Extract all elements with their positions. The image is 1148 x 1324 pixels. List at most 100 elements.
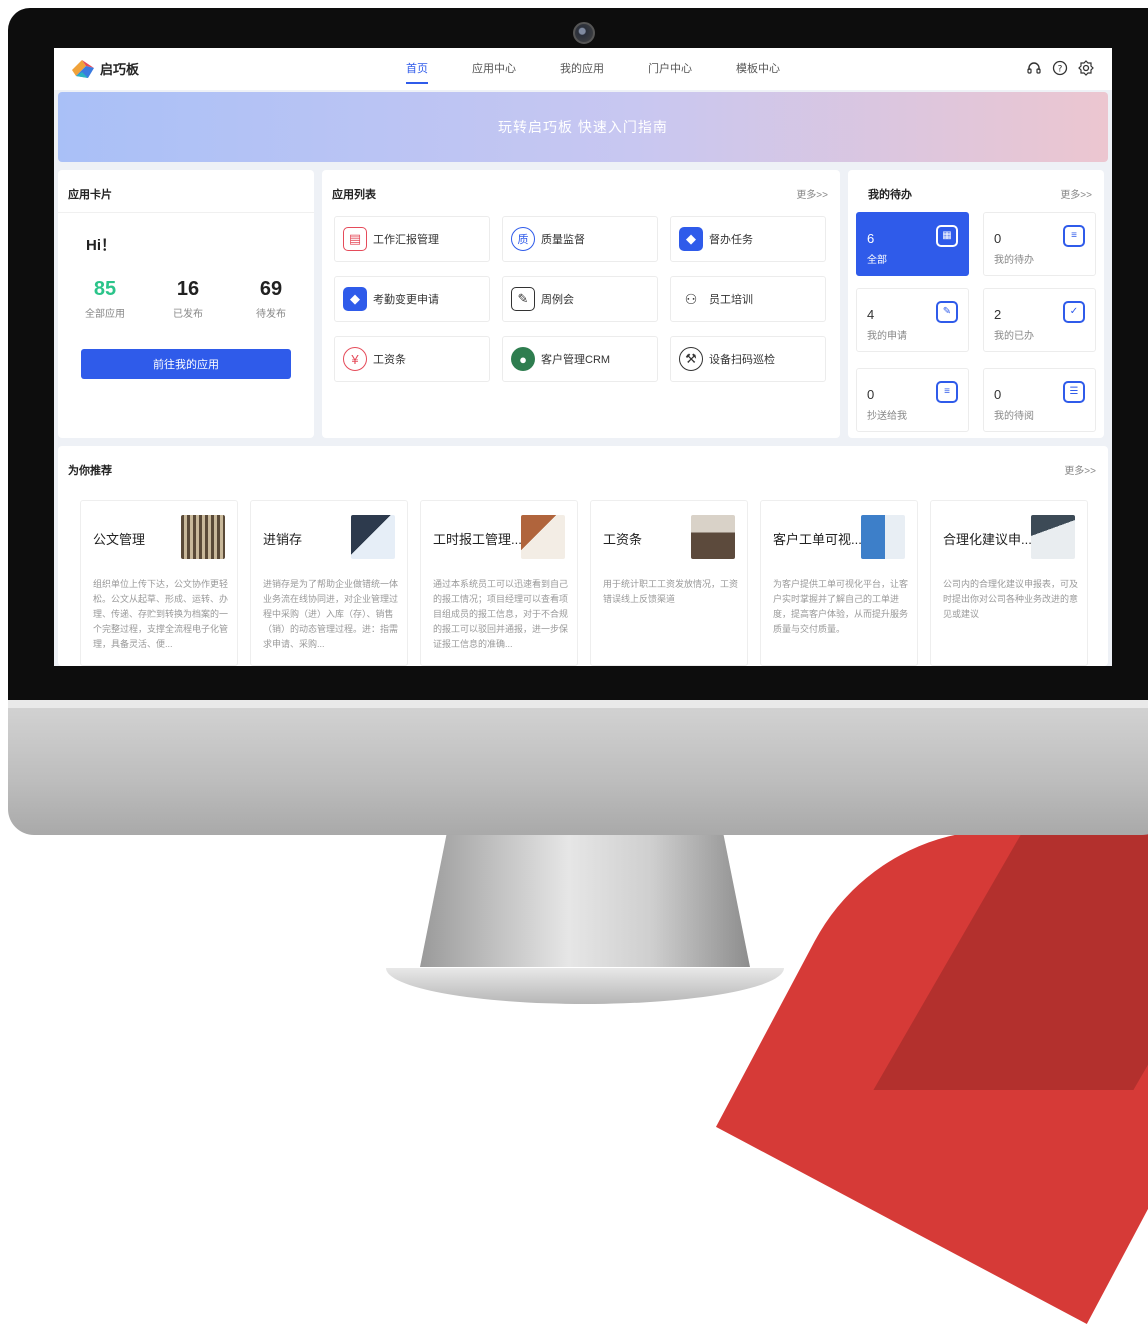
todo-label: 我的申请 — [867, 331, 907, 342]
stat-label: 全部应用 — [85, 309, 125, 320]
app-card-panel: 应用卡片 Hi！ 85 全部应用 16 已发布 69 待发布 — [58, 170, 314, 438]
todo-tile-pending[interactable]: 0 我的待办 ≡ — [983, 212, 1096, 276]
app-tile[interactable]: ¥ 工资条 — [334, 336, 490, 382]
main-nav: 首页 应用中心 我的应用 门户中心 模板中心 — [384, 48, 802, 90]
quick-start-banner[interactable]: 玩转启巧板 快速入门指南 — [58, 92, 1108, 162]
todo-label: 抄送给我 — [867, 411, 907, 422]
app-label: 督办任务 — [709, 234, 753, 246]
app-list-panel: 应用列表 更多>> ▤ 工作汇报管理 质 质量监督 ◆ 督办任务 ◆ 考勤变更申… — [322, 170, 840, 438]
todo-tile-applications[interactable]: 4 我的申请 ✎ — [856, 288, 969, 352]
clock-list-icon: ≡ — [936, 381, 958, 403]
todo-panel: 我的待办 更多>> 6 全部 ▦ 0 我的待办 ≡ 4 我的申请 ✎ 2 我的已… — [848, 170, 1104, 438]
app-list-more-link[interactable]: 更多>> — [796, 186, 828, 201]
app-tile[interactable]: ⚒ 设备扫码巡检 — [670, 336, 826, 382]
yen-icon: ¥ — [343, 347, 367, 371]
app-tile[interactable]: ✎ 周例会 — [502, 276, 658, 322]
recommend-item-desc: 进销存是为了帮助企业做错统一体业务流在线协同进，对企业管理过程中采购（进）入库（… — [263, 579, 399, 649]
recommend-item[interactable]: 合理化建议申... 公司内的合理化建议申报表，可及时提出你对公司各种业务改进的意… — [930, 500, 1088, 666]
recommend-item-image — [1031, 515, 1075, 559]
app-tile[interactable]: 质 质量监督 — [502, 216, 658, 262]
headset-icon[interactable] — [1026, 60, 1042, 76]
calendar-check-icon: ✓ — [1063, 301, 1085, 323]
chat-report-icon: ▤ — [343, 227, 367, 251]
recommend-item[interactable]: 公文管理 组织单位上传下达，公文协作更轻松。公文从起草、形成、运转、办理、传递、… — [80, 500, 238, 666]
recommend-item-image — [181, 515, 225, 559]
top-navbar: 启巧板 首页 应用中心 我的应用 门户中心 模板中心 ? — [54, 48, 1112, 90]
logo-icon — [72, 58, 94, 78]
todo-title: 我的待办 — [868, 189, 912, 201]
recommend-item-title: 工资条 — [603, 532, 643, 547]
banner-text: 玩转启巧板 快速入门指南 — [498, 119, 668, 135]
stat-value: 69 — [259, 278, 283, 300]
todo-tile-cc[interactable]: 0 抄送给我 ≡ — [856, 368, 969, 432]
nav-app-center[interactable]: 应用中心 — [450, 48, 538, 90]
cube-icon: ◆ — [679, 227, 703, 251]
stat-pending[interactable]: 69 待发布 — [236, 278, 306, 320]
cube-icon: ◆ — [343, 287, 367, 311]
recommend-item-title: 客户工单可视... — [773, 532, 862, 547]
recommend-item-desc: 为客户提供工单可视化平台，让客户实时掌握并了解自己的工单进度，提高客户体验，从而… — [773, 579, 909, 634]
clock-list-icon: ≡ — [1063, 225, 1085, 247]
todo-label: 我的待办 — [994, 255, 1034, 266]
recommend-item[interactable]: 工资条 用于统计职工工资发放情况，工资错误线上反馈渠道 — [590, 500, 748, 666]
recommend-item-image — [351, 515, 395, 559]
app-tile[interactable]: ◆ 督办任务 — [670, 216, 826, 262]
recommend-item-title: 工时报工管理... — [433, 532, 522, 547]
app-tile[interactable]: ⚇ 员工培训 — [670, 276, 826, 322]
recommend-item[interactable]: 客户工单可视... 为客户提供工单可视化平台，让客户实时掌握并了解自己的工单进度… — [760, 500, 918, 666]
grid-icon: ▦ — [936, 225, 958, 247]
todo-tile-all[interactable]: 6 全部 ▦ — [856, 212, 969, 276]
app-label: 周例会 — [541, 294, 574, 306]
recommend-item-image — [691, 515, 735, 559]
monitor-stand-base — [386, 968, 784, 1004]
recommend-item-title: 合理化建议申... — [943, 532, 1032, 547]
wrench-icon: ⚒ — [679, 347, 703, 371]
todo-label: 我的待阅 — [994, 411, 1034, 422]
app-card-title: 应用卡片 — [68, 189, 112, 201]
edit-icon: ✎ — [511, 287, 535, 311]
recommend-panel: 为你推荐 更多>> 公文管理 组织单位上传下达，公文协作更轻松。公文从起草、形成… — [58, 446, 1108, 666]
recommend-item-title: 公文管理 — [93, 532, 146, 547]
todo-count: 6 — [867, 231, 875, 246]
nav-my-apps[interactable]: 我的应用 — [538, 48, 626, 90]
app-tile[interactable]: ● 客户管理CRM — [502, 336, 658, 382]
app-label: 工作汇报管理 — [373, 234, 439, 246]
top-icons: ? — [1026, 60, 1094, 76]
stat-value: 85 — [93, 278, 117, 300]
svg-text:?: ? — [1058, 65, 1063, 75]
recommend-item-desc: 用于统计职工工资发放情况，工资错误线上反馈渠道 — [603, 579, 739, 604]
todo-tile-done[interactable]: 2 我的已办 ✓ — [983, 288, 1096, 352]
settings-icon[interactable] — [1078, 60, 1094, 76]
recommend-item-title: 进销存 — [263, 532, 303, 547]
recommend-item[interactable]: 工时报工管理... 通过本系统员工可以迅速看到自己的报工情况；项目经理可以查看项… — [420, 500, 578, 666]
todo-more-link[interactable]: 更多>> — [1060, 186, 1092, 201]
monitor-chin-edge — [8, 700, 1148, 708]
todo-count: 0 — [994, 231, 1002, 246]
training-icon: ⚇ — [679, 287, 703, 311]
recommend-item-desc: 组织单位上传下达，公文协作更轻松。公文从起草、形成、运转、办理、传递、存贮到转换… — [93, 579, 229, 649]
todo-label: 全部 — [867, 255, 887, 266]
todo-count: 0 — [867, 387, 875, 402]
app-tile[interactable]: ◆ 考勤变更申请 — [334, 276, 490, 322]
nav-portal-center[interactable]: 门户中心 — [626, 48, 714, 90]
stat-label: 待发布 — [256, 309, 286, 320]
recommend-more-link[interactable]: 更多>> — [1064, 462, 1096, 477]
todo-tile-to-read[interactable]: 0 我的待阅 ☰ — [983, 368, 1096, 432]
person-icon: ● — [511, 347, 535, 371]
go-to-my-apps-button[interactable]: 前往我的应用 — [81, 349, 291, 379]
nav-template-center[interactable]: 模板中心 — [714, 48, 802, 90]
todo-count: 2 — [994, 307, 1002, 322]
stat-label: 已发布 — [173, 309, 203, 320]
stat-published[interactable]: 16 已发布 — [153, 278, 223, 320]
app-list-title: 应用列表 — [332, 189, 376, 201]
recommend-item[interactable]: 进销存 进销存是为了帮助企业做错统一体业务流在线协同进，对企业管理过程中采购（进… — [250, 500, 408, 666]
recommend-item-desc: 通过本系统员工可以迅速看到自己的报工情况；项目经理可以查看项目组成员的报工信息，… — [433, 579, 569, 649]
nav-home[interactable]: 首页 — [384, 48, 450, 90]
stat-all-apps[interactable]: 85 全部应用 — [70, 278, 140, 320]
logo[interactable]: 启巧板 — [72, 58, 139, 78]
recommend-item-desc: 公司内的合理化建议申报表，可及时提出你对公司各种业务改进的意见或建议 — [943, 579, 1079, 619]
stack-icon: ☰ — [1063, 381, 1085, 403]
monitor-stand — [420, 835, 750, 967]
app-tile[interactable]: ▤ 工作汇报管理 — [334, 216, 490, 262]
help-icon[interactable]: ? — [1052, 60, 1068, 76]
